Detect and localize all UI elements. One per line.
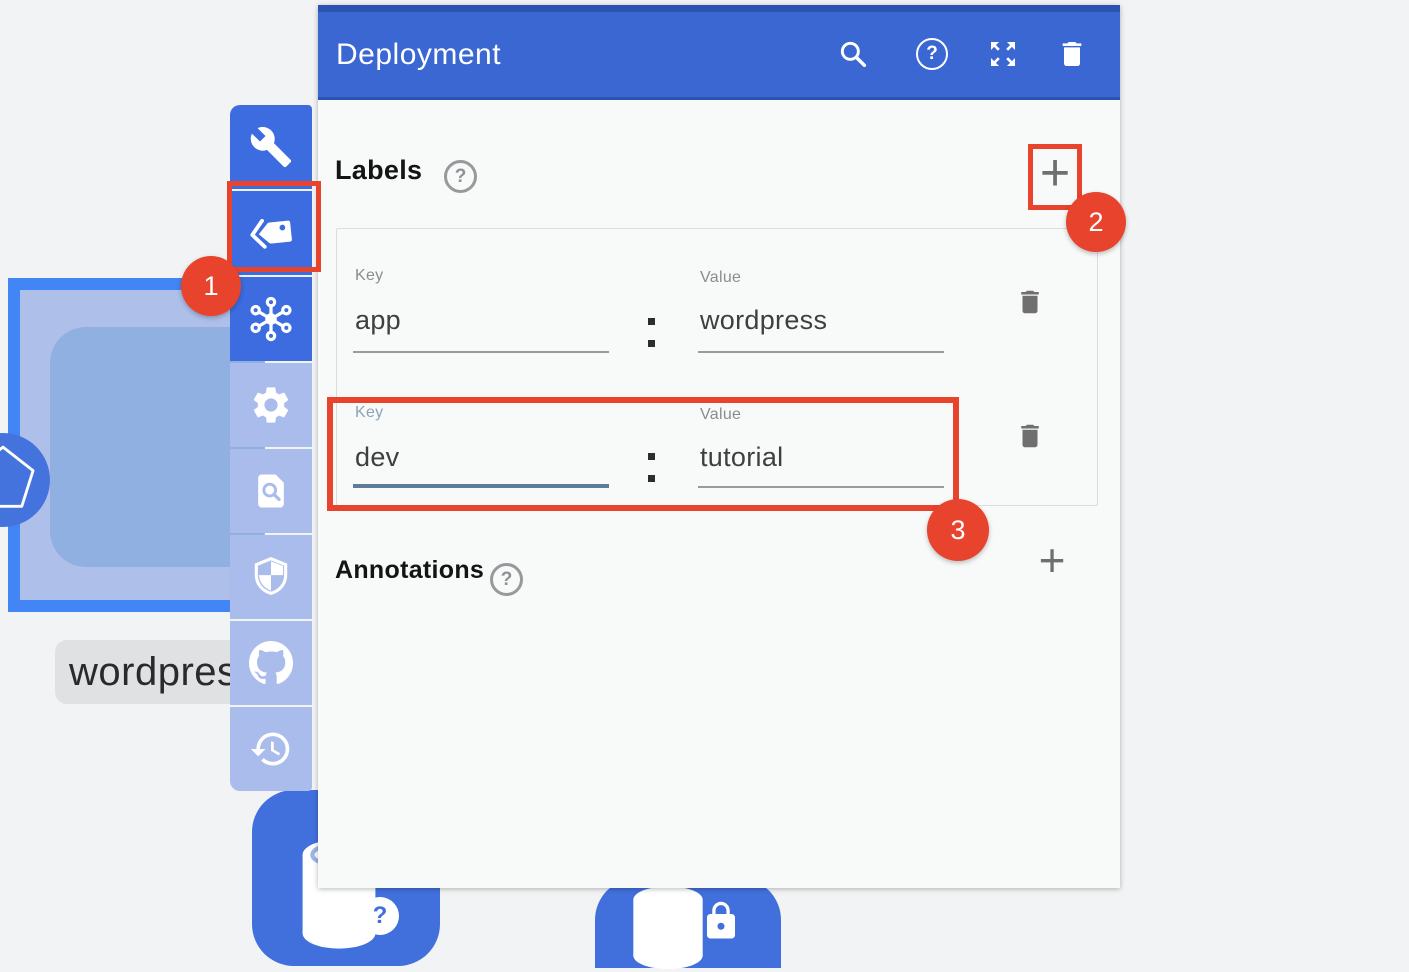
value-field-label: Value — [700, 269, 741, 287]
shield-icon — [249, 555, 293, 599]
value-input-underline — [698, 351, 944, 353]
toolbar-item-github[interactable] — [230, 621, 312, 705]
hub-icon — [248, 296, 294, 342]
step3-highlight-box — [327, 397, 959, 511]
help-icon[interactable]: ? — [916, 38, 948, 70]
toolbar-item-topology[interactable] — [230, 277, 312, 361]
panel-title: Deployment — [336, 12, 501, 97]
search-icon[interactable] — [837, 38, 869, 70]
file-search-icon — [249, 469, 293, 513]
database-cylinder-icon — [628, 886, 708, 972]
delete-label-row-icon[interactable] — [1015, 418, 1045, 454]
labels-section-title: Labels — [335, 155, 422, 186]
panel-header: Deployment ? — [318, 5, 1120, 100]
pentagon-icon — [0, 433, 50, 527]
value-input[interactable]: wordpress — [700, 305, 827, 336]
key-field-label: Key — [355, 267, 383, 285]
labels-help-icon[interactable]: ? — [444, 160, 477, 193]
key-input[interactable]: app — [355, 305, 401, 336]
lock-icon — [700, 896, 742, 946]
key-value-separator — [648, 318, 655, 347]
step2-badge: 2 — [1066, 192, 1126, 252]
key-input-underline — [353, 351, 609, 353]
step1-highlight-box — [227, 181, 321, 272]
toolbar-item-build[interactable] — [230, 105, 312, 189]
trash-icon[interactable] — [1056, 38, 1088, 70]
history-icon — [249, 727, 293, 771]
question-badge: ? — [361, 897, 399, 935]
toolbar-item-history[interactable] — [230, 707, 312, 791]
gear-icon — [249, 383, 293, 427]
toolbar-item-settings[interactable] — [230, 363, 312, 447]
database-locked-node[interactable] — [595, 878, 781, 968]
github-icon — [248, 640, 294, 686]
add-annotation-button[interactable]: + — [1028, 531, 1076, 589]
step1-badge: 1 — [181, 256, 241, 316]
toolbar-item-security[interactable] — [230, 535, 312, 619]
delete-label-row-icon[interactable] — [1015, 284, 1045, 320]
annotations-help-icon[interactable]: ? — [490, 563, 523, 596]
expand-icon[interactable] — [987, 38, 1019, 70]
step3-badge: 3 — [927, 499, 989, 561]
wrench-icon — [249, 125, 293, 169]
annotations-section-title: Annotations — [335, 556, 484, 585]
pod-icon[interactable] — [0, 433, 50, 527]
toolbar-item-inspect[interactable] — [230, 449, 312, 533]
